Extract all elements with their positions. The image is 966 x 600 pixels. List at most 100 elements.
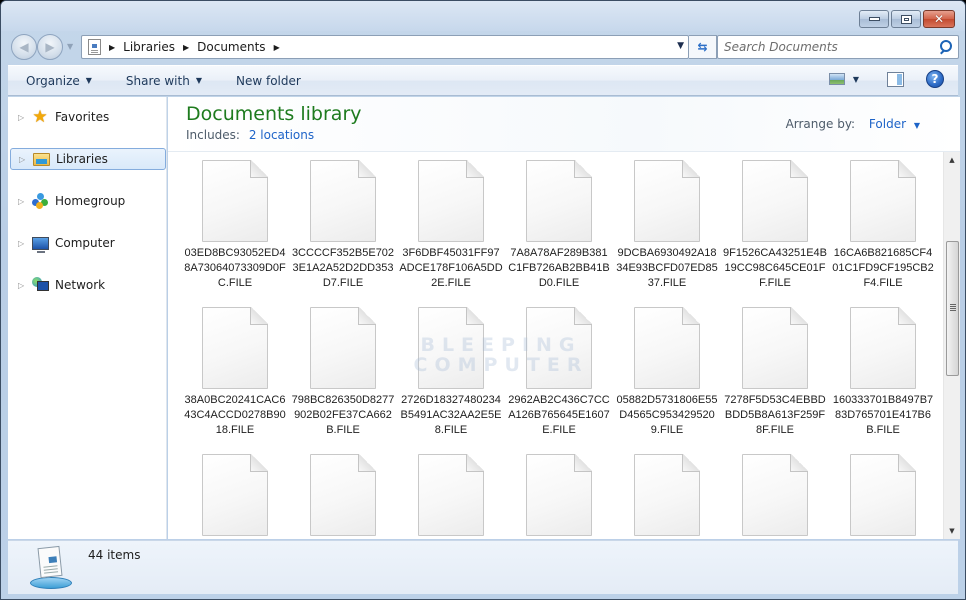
minimize-button[interactable] <box>859 10 889 28</box>
forward-button[interactable]: ▶ <box>37 34 63 60</box>
includes-line: Includes: 2 locations <box>186 128 314 142</box>
libraries-icon <box>32 151 50 167</box>
file-grid: 160333701B8497B783D765701E417B6B.FILE 727… <box>181 154 943 539</box>
file-item[interactable] <box>289 448 397 539</box>
view-controls: ▼ ? <box>828 70 944 88</box>
file-name: 2726D18327480234B5491AC32AA2E5E8.FILE <box>400 394 502 436</box>
file-item[interactable] <box>613 448 721 539</box>
file-item[interactable]: 7278F5D53C4EBBDBDD5B8A613F259F8F.FILE <box>721 301 829 447</box>
file-item[interactable] <box>721 448 829 539</box>
maximize-icon <box>900 14 912 24</box>
scroll-thumb[interactable] <box>946 240 959 376</box>
sidebar-item-computer[interactable]: ▷ Computer <box>10 232 166 254</box>
file-item[interactable]: 2726D18327480234B5491AC32AA2E5E8.FILE <box>397 301 505 447</box>
refresh-button[interactable]: ⇆ <box>689 35 717 59</box>
page-fold-icon <box>358 307 376 325</box>
scroll-down-button[interactable]: ▼ <box>944 523 960 539</box>
file-item[interactable]: 9DCBA6930492A1834E93BCFD07ED8537.FILE <box>613 154 721 300</box>
view-options-chevron-icon[interactable]: ▼ <box>853 75 859 84</box>
computer-icon <box>31 235 49 253</box>
homegroup-icon <box>31 193 49 209</box>
search-input[interactable] <box>724 40 938 54</box>
breadcrumb-separator-icon[interactable]: ▶ <box>274 43 280 52</box>
change-view-icon[interactable] <box>828 73 845 85</box>
minimize-icon <box>868 17 880 21</box>
file-item[interactable]: 38A0BC20241CAC643C4ACCD0278B9018.FILE <box>181 301 289 447</box>
breadcrumb-separator-icon[interactable]: ▶ <box>183 43 189 52</box>
grip-icon <box>950 303 956 305</box>
address-bar[interactable]: ▶ Libraries ▶ Documents ▶ ▼ <box>81 35 689 59</box>
share-with-button[interactable]: Share with ▼ <box>120 70 208 92</box>
file-item[interactable] <box>505 448 613 539</box>
expand-arrow-icon[interactable]: ▷ <box>18 239 28 248</box>
file-item[interactable]: 05882D5731806E55D4565C9534295209.FILE <box>613 301 721 447</box>
forward-arrow-icon: ▶ <box>45 40 55 54</box>
page-fold-icon <box>466 160 484 178</box>
expand-arrow-icon[interactable]: ▷ <box>18 113 28 122</box>
file-item[interactable]: 2962AB2C436C7CCA126B765645E1607E.FILE <box>505 301 613 447</box>
file-item[interactable]: 9F1526CA43251E4B19CC98C645CE01FF.FILE <box>721 154 829 300</box>
file-name: 2962AB2C436C7CCA126B765645E1607E.FILE <box>508 394 610 436</box>
new-folder-button[interactable]: New folder <box>230 70 307 92</box>
file-item[interactable]: 160333701B8497B783D765701E417B6B.FILE <box>829 301 937 447</box>
search-icon[interactable] <box>938 40 952 54</box>
file-name: 16CA6B821685CF401C1FD9CF195CB2F4.FILE <box>832 247 934 289</box>
scroll-up-button[interactable]: ▲ <box>944 152 960 168</box>
breadcrumb-separator-icon[interactable]: ▶ <box>109 43 115 52</box>
maximize-button[interactable] <box>891 10 921 28</box>
page-fold-icon <box>790 307 808 325</box>
organize-button[interactable]: Organize ▼ <box>20 70 98 92</box>
file-item[interactable]: 798BC826350D8277902B02FE37CA662B.FILE <box>289 301 397 447</box>
file-name: 05882D5731806E55D4565C9534295209.FILE <box>616 394 718 436</box>
page-fold-icon <box>898 160 916 178</box>
chevron-down-icon[interactable]: ▼ <box>914 121 920 130</box>
sidebar-item-label: Homegroup <box>55 194 126 208</box>
sidebar-item-favorites[interactable]: ▷ ★ Favorites <box>10 106 166 128</box>
address-dropdown-icon[interactable]: ▼ <box>677 41 684 51</box>
page-fold-icon <box>682 160 700 178</box>
file-name: 7278F5D53C4EBBDBDD5B8A613F259F8F.FILE <box>724 394 826 436</box>
page-fold-icon <box>682 307 700 325</box>
page-fold-icon <box>358 160 376 178</box>
file-item[interactable] <box>181 448 289 539</box>
file-name: 38A0BC20241CAC643C4ACCD0278B9018.FILE <box>184 394 286 436</box>
vertical-scrollbar[interactable]: ▲ ▼ <box>943 152 960 539</box>
sidebar-item-network[interactable]: ▷ Network <box>10 274 166 296</box>
help-icon[interactable]: ? <box>926 70 944 88</box>
expand-arrow-icon[interactable]: ▷ <box>18 197 28 206</box>
expand-arrow-icon[interactable]: ▷ <box>19 155 29 164</box>
expand-arrow-icon[interactable]: ▷ <box>18 281 28 290</box>
chevron-down-icon: ▼ <box>85 76 92 85</box>
organize-label: Organize <box>26 73 80 88</box>
file-name: 03ED8BC93052ED48A73064073309D0FC.FILE <box>184 247 286 289</box>
arrange-by-dropdown[interactable]: Folder <box>869 117 906 131</box>
page-fold-icon <box>250 454 268 472</box>
file-item[interactable] <box>829 448 937 539</box>
file-item[interactable]: 16CA6B821685CF401C1FD9CF195CB2F4.FILE <box>829 154 937 300</box>
back-button[interactable]: ◀ <box>11 34 37 60</box>
file-item[interactable]: 3F6DBF45031FF97ADCE178F106A5DD2E.FILE <box>397 154 505 300</box>
recent-pages-button[interactable]: ▼ <box>67 42 73 51</box>
library-header: Documents library Includes: 2 locations … <box>168 97 960 152</box>
page-fold-icon <box>574 160 592 178</box>
file-item[interactable]: 03ED8BC93052ED48A73064073309D0FC.FILE <box>181 154 289 300</box>
page-fold-icon <box>898 454 916 472</box>
breadcrumb-libraries[interactable]: Libraries <box>123 40 175 54</box>
share-with-label: Share with <box>125 73 190 88</box>
file-item[interactable]: 7A8A78AF289B381C1FB726AB2BB41BD0.FILE <box>505 154 613 300</box>
file-item[interactable] <box>397 448 505 539</box>
locations-link[interactable]: 2 locations <box>249 128 314 142</box>
file-item[interactable]: 3CCCCF352B5E7023E1A2A52D2DD353D7.FILE <box>289 154 397 300</box>
close-button[interactable]: ✕ <box>923 10 955 28</box>
sidebar-item-homegroup[interactable]: ▷ Homegroup <box>10 190 166 212</box>
sidebar-item-libraries[interactable]: ▷ Libraries <box>10 148 166 170</box>
sidebar-item-label: Libraries <box>56 152 108 166</box>
arrange-by: Arrange by: Folder ▼ <box>786 117 920 131</box>
breadcrumb-documents[interactable]: Documents <box>197 40 265 54</box>
page-fold-icon <box>466 454 484 472</box>
page-fold-icon <box>790 454 808 472</box>
file-name: 3CCCCF352B5E7023E1A2A52D2DD353D7.FILE <box>291 247 395 289</box>
preview-pane-icon[interactable] <box>887 71 904 87</box>
navigation-pane: ▷ ★ Favorites ▷ Libraries ▷ Homegroup ▷ <box>8 97 167 539</box>
refresh-icon: ⇆ <box>697 40 708 54</box>
